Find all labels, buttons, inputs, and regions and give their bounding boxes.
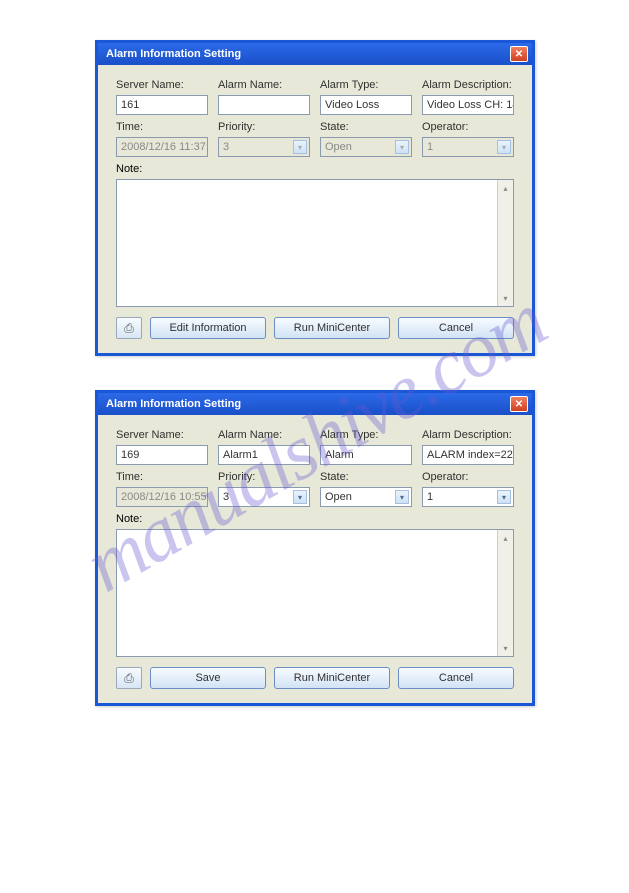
- priority-label: Priority:: [218, 471, 310, 483]
- titlebar: Alarm Information Setting ✕: [98, 43, 532, 65]
- alarm-type-input[interactable]: Video Loss: [320, 95, 412, 115]
- alarm-name-input[interactable]: Alarm1: [218, 445, 310, 465]
- alarm-type-label: Alarm Type:: [320, 79, 412, 91]
- operator-label: Operator:: [422, 471, 514, 483]
- save-button[interactable]: Save: [150, 667, 266, 689]
- operator-select[interactable]: 1 ▾: [422, 487, 514, 507]
- chevron-down-icon: ▾: [293, 140, 307, 154]
- close-icon[interactable]: ✕: [510, 396, 528, 412]
- chevron-down-icon[interactable]: ▾: [293, 490, 307, 504]
- time-input: 2008/12/16 11:37:40: [116, 137, 208, 157]
- time-label: Time:: [116, 471, 208, 483]
- note-textarea[interactable]: ▴ ▾: [116, 179, 514, 307]
- titlebar: Alarm Information Setting ✕: [98, 393, 532, 415]
- print-icon[interactable]: ⎙: [116, 317, 142, 339]
- server-name-input[interactable]: 169: [116, 445, 208, 465]
- alarm-dialog-1: Alarm Information Setting ✕ Server Name:…: [95, 40, 535, 356]
- server-name-input[interactable]: 161: [116, 95, 208, 115]
- scroll-up-icon[interactable]: ▴: [500, 532, 512, 544]
- scroll-down-icon[interactable]: ▾: [500, 292, 512, 304]
- server-name-label: Server Name:: [116, 79, 208, 91]
- state-label: State:: [320, 471, 412, 483]
- note-textarea[interactable]: ▴ ▾: [116, 529, 514, 657]
- alarm-name-label: Alarm Name:: [218, 429, 310, 441]
- run-minicenter-button[interactable]: Run MiniCenter: [274, 667, 390, 689]
- edit-information-button[interactable]: Edit Information: [150, 317, 266, 339]
- chevron-down-icon[interactable]: ▾: [395, 490, 409, 504]
- chevron-down-icon: ▾: [497, 140, 511, 154]
- alarm-dialog-2: Alarm Information Setting ✕ Server Name:…: [95, 390, 535, 706]
- scroll-down-icon[interactable]: ▾: [500, 642, 512, 654]
- alarm-type-input[interactable]: Alarm: [320, 445, 412, 465]
- operator-label: Operator:: [422, 121, 514, 133]
- close-icon[interactable]: ✕: [510, 46, 528, 62]
- cancel-button[interactable]: Cancel: [398, 667, 514, 689]
- alarm-desc-input[interactable]: Video Loss CH: 14: [422, 95, 514, 115]
- alarm-desc-label: Alarm Description:: [422, 79, 514, 91]
- cancel-button[interactable]: Cancel: [398, 317, 514, 339]
- time-input: 2008/12/16 10:55:36: [116, 487, 208, 507]
- operator-select: 1 ▾: [422, 137, 514, 157]
- priority-select: 3 ▾: [218, 137, 310, 157]
- time-label: Time:: [116, 121, 208, 133]
- dialog-title: Alarm Information Setting: [106, 48, 241, 60]
- scrollbar[interactable]: ▴ ▾: [497, 180, 513, 306]
- print-icon[interactable]: ⎙: [116, 667, 142, 689]
- dialog-title: Alarm Information Setting: [106, 398, 241, 410]
- scrollbar[interactable]: ▴ ▾: [497, 530, 513, 656]
- note-label: Note:: [116, 513, 142, 525]
- priority-label: Priority:: [218, 121, 310, 133]
- chevron-down-icon: ▾: [395, 140, 409, 154]
- server-name-label: Server Name:: [116, 429, 208, 441]
- state-select: Open ▾: [320, 137, 412, 157]
- alarm-desc-input[interactable]: ALARM index=226: [422, 445, 514, 465]
- priority-select[interactable]: 3 ▾: [218, 487, 310, 507]
- alarm-desc-label: Alarm Description:: [422, 429, 514, 441]
- run-minicenter-button[interactable]: Run MiniCenter: [274, 317, 390, 339]
- alarm-type-label: Alarm Type:: [320, 429, 412, 441]
- state-label: State:: [320, 121, 412, 133]
- state-select[interactable]: Open ▾: [320, 487, 412, 507]
- alarm-name-input[interactable]: [218, 95, 310, 115]
- chevron-down-icon[interactable]: ▾: [497, 490, 511, 504]
- scroll-up-icon[interactable]: ▴: [500, 182, 512, 194]
- alarm-name-label: Alarm Name:: [218, 79, 310, 91]
- note-label: Note:: [116, 163, 142, 175]
